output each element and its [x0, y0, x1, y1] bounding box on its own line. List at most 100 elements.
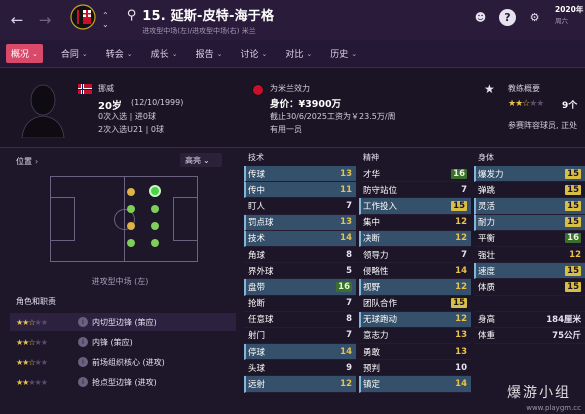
attribute-row[interactable]: 传中 11: [244, 182, 356, 199]
attribute-row[interactable]: 决断 12: [359, 230, 471, 247]
attribute-row[interactable]: 意志力 13: [359, 328, 471, 345]
attribute-value: 15: [565, 217, 581, 228]
attribute-row[interactable]: 界外球 5: [244, 263, 356, 280]
attribute-row[interactable]: 罚点球 13: [244, 214, 356, 231]
attribute-value: 15: [565, 200, 581, 211]
attribute-name: 界外球: [248, 266, 274, 277]
tab-reports[interactable]: 报告 ⌄: [196, 47, 223, 61]
game-date[interactable]: 2020年: [555, 4, 585, 15]
attribute-value: 5: [346, 265, 352, 276]
attribute-name: 传中: [248, 185, 266, 196]
attribute-value: 13: [340, 217, 352, 228]
attribute-value: 14: [340, 233, 352, 244]
search-icon[interactable]: ⚲: [127, 8, 137, 23]
tab-contract[interactable]: 合同 ⌄: [61, 47, 88, 61]
attribute-row[interactable]: 身高 184厘米: [474, 312, 585, 328]
back-arrow-icon[interactable]: ←: [6, 9, 28, 31]
gear-icon[interactable]: ⚙: [526, 9, 543, 26]
attribute-row[interactable]: 预判 10: [359, 360, 471, 377]
role-row[interactable]: ★★☆★★ i 前场组织核心 (进攻): [10, 353, 236, 371]
attribute-name: 侵略性: [363, 266, 389, 277]
attribute-row[interactable]: 才华 16: [359, 166, 471, 183]
attribute-row[interactable]: 盯人 7: [244, 198, 356, 215]
attribute-value: 7: [461, 249, 467, 260]
info-icon[interactable]: i: [78, 317, 88, 327]
attribute-row[interactable]: 体重 75公斤: [474, 328, 585, 345]
role-row[interactable]: ★★★★★ i 抢点型边锋 (进攻): [10, 373, 236, 391]
international-caps: 0次入选 | 进0球: [98, 112, 156, 121]
attribute-value: 12: [455, 281, 467, 292]
attribute-row[interactable]: 盘带 16: [244, 279, 356, 296]
attribute-row[interactable]: 爆发力 15: [474, 166, 585, 183]
attribute-name: 视野: [363, 282, 381, 293]
player-switch-arrows[interactable]: ⌃ ⌄: [102, 11, 109, 29]
attribute-name: 工作投入: [363, 201, 398, 212]
role-row[interactable]: ★★☆★★ i 内锋 (策应): [10, 333, 236, 351]
attribute-row[interactable]: 侵略性 14: [359, 263, 471, 280]
attribute-row[interactable]: 角球 8: [244, 247, 356, 264]
help-icon[interactable]: ?: [499, 9, 516, 26]
attribute-row[interactable]: 抢断 7: [244, 296, 356, 312]
position-dot-mc: [151, 205, 159, 213]
attribute-row[interactable]: 无球跑动 12: [359, 311, 471, 328]
attribute-row[interactable]: 工作投入 15: [359, 198, 471, 215]
attribute-row[interactable]: 勇敢 13: [359, 344, 471, 361]
attribute-value: 75公斤: [552, 331, 581, 342]
attribute-row[interactable]: 强壮 12: [474, 247, 585, 264]
attribute-name: 镇定: [363, 380, 381, 391]
position-dot-amr: [127, 239, 135, 247]
attribute-row[interactable]: 集中 12: [359, 215, 471, 231]
attribute-row[interactable]: 头球 9: [244, 360, 356, 377]
attribute-value: 16: [565, 233, 581, 244]
attribute-row[interactable]: 平衡 16: [474, 231, 585, 247]
attribute-row[interactable]: 灵活 15: [474, 198, 585, 215]
attribute-name: 才华: [363, 169, 381, 180]
squad-status: 有用一员: [270, 125, 302, 134]
forward-arrow-icon[interactable]: →: [34, 9, 56, 31]
attribute-row[interactable]: 防守站位 7: [359, 182, 471, 199]
position-heading[interactable]: 位置 ›: [16, 156, 38, 167]
attribute-row[interactable]: 弹跳 15: [474, 182, 585, 199]
attribute-row[interactable]: 视野 12: [359, 279, 471, 296]
nationality[interactable]: 挪威: [98, 83, 114, 94]
tab-development[interactable]: 成长 ⌄: [151, 47, 178, 61]
physical-heading: 身体: [478, 153, 494, 162]
attribute-name: 无球跑动: [363, 315, 398, 326]
attribute-row[interactable]: 体质 15: [474, 279, 585, 296]
attribute-row[interactable]: 停球 14: [244, 344, 356, 361]
attribute-name: 体质: [478, 282, 496, 293]
info-icon[interactable]: i: [78, 377, 88, 387]
tab-overview[interactable]: 概况 ⌄: [6, 44, 43, 63]
attribute-row[interactable]: 传球 13: [244, 166, 356, 183]
club-badge-icon[interactable]: [252, 84, 264, 96]
club-crest-icon[interactable]: [70, 4, 96, 36]
attribute-name: 盯人: [248, 201, 266, 212]
role-stars: ★★☆★★: [16, 337, 48, 347]
attribute-row[interactable]: [474, 296, 585, 312]
attribute-row[interactable]: 远射 12: [244, 376, 356, 393]
contract-info: 截止30/6/2025工资为￥23.5万/周: [270, 112, 396, 121]
attribute-row[interactable]: 速度 15: [474, 263, 585, 280]
attribute-row[interactable]: 技术 14: [244, 230, 356, 247]
info-icon[interactable]: i: [78, 357, 88, 367]
attribute-row[interactable]: 镇定 14: [359, 376, 471, 393]
tab-discuss[interactable]: 讨论 ⌄: [240, 47, 267, 61]
avatar-face-icon[interactable]: ☻: [472, 9, 489, 26]
highlight-dropdown[interactable]: 高亮 ⌄: [180, 153, 222, 167]
attribute-row[interactable]: 领导力 7: [359, 247, 471, 264]
tab-compare[interactable]: 对比 ⌄: [285, 47, 312, 61]
info-icon[interactable]: i: [78, 337, 88, 347]
attribute-row[interactable]: 团队合作 15: [359, 296, 471, 312]
attribute-value: 15: [565, 168, 581, 179]
attribute-row[interactable]: 任意球 8: [244, 312, 356, 328]
tab-transfer[interactable]: 转会 ⌄: [106, 47, 133, 61]
attribute-name: 团队合作: [363, 299, 398, 310]
attribute-row[interactable]: 耐力 15: [474, 214, 585, 231]
role-stars: ★★☆★★: [16, 317, 48, 327]
attribute-name: 领导力: [363, 250, 389, 261]
role-row[interactable]: ★★☆★★ i 内切型边锋 (策应): [10, 313, 236, 331]
role-stars: ★★★★★: [16, 377, 48, 387]
tab-history[interactable]: 历史 ⌄: [330, 47, 357, 61]
attribute-row[interactable]: 射门 7: [244, 328, 356, 345]
club-line[interactable]: 为米兰效力: [270, 83, 310, 94]
